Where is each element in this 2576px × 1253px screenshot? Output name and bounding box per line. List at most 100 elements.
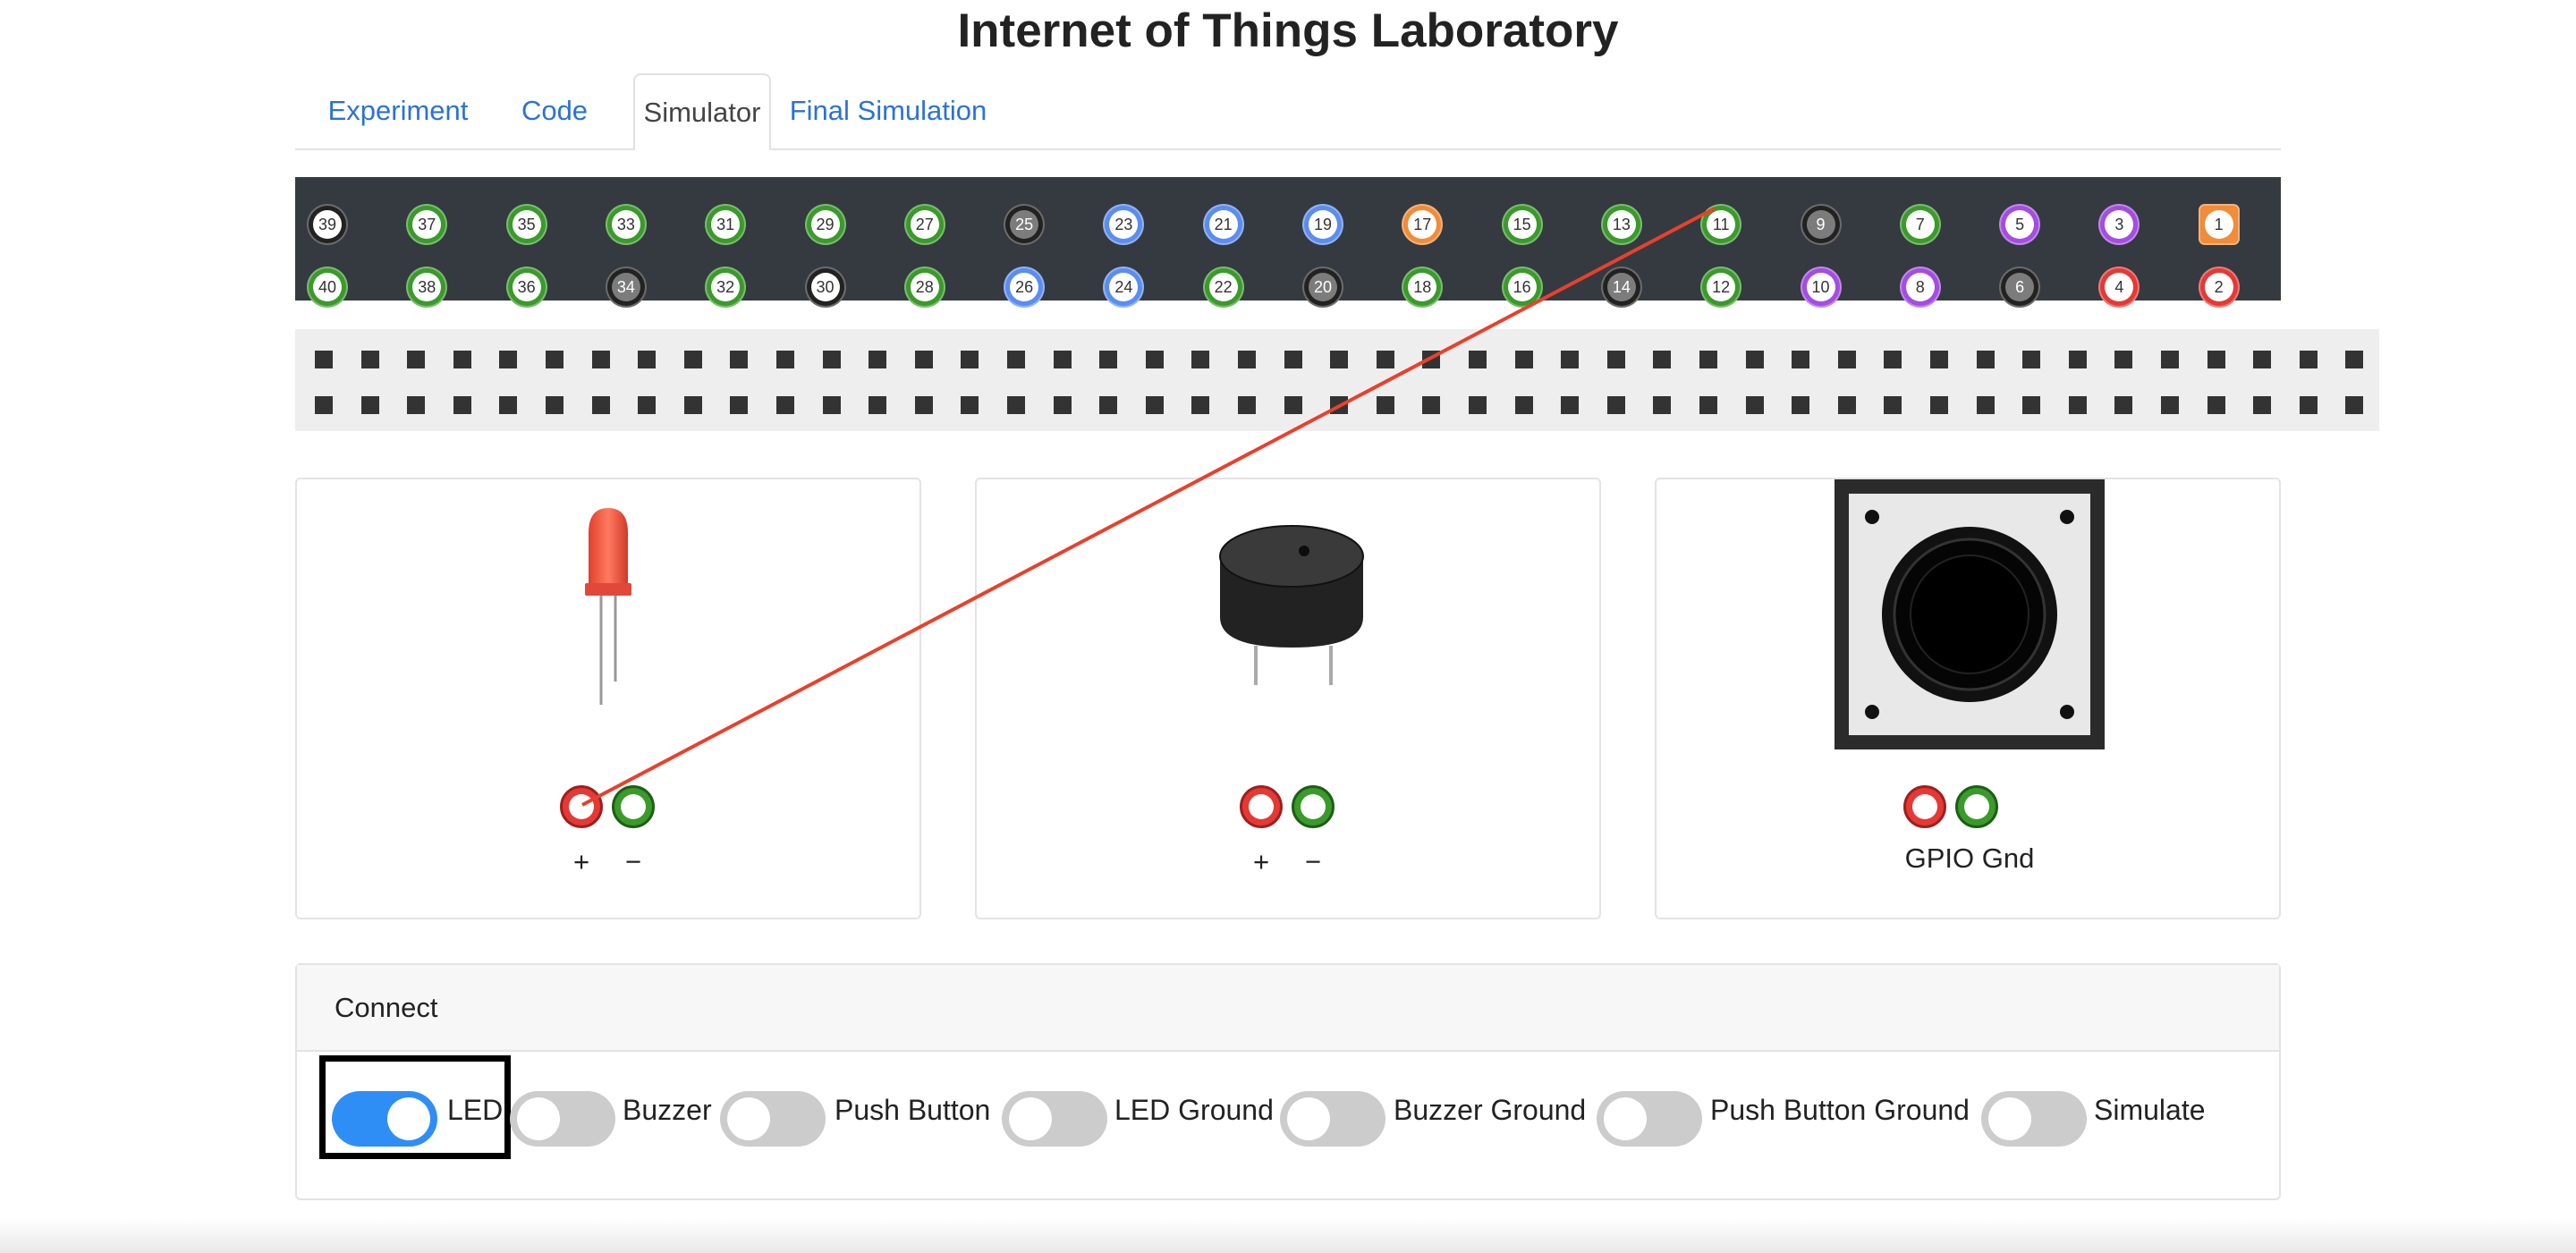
breadboard-hole[interactable] xyxy=(2022,351,2041,368)
gpio-pin-7[interactable]: 7 xyxy=(1899,204,1941,245)
breadboard-hole[interactable] xyxy=(2114,351,2133,368)
breadboard-hole[interactable] xyxy=(2299,351,2318,368)
gpio-pin-14[interactable]: 14 xyxy=(1600,267,1642,308)
breadboard-hole[interactable] xyxy=(1699,351,1717,368)
breadboard-hole[interactable] xyxy=(2253,396,2272,414)
breadboard-hole[interactable] xyxy=(1976,351,1995,368)
gpio-pin-1[interactable]: 1 xyxy=(2198,204,2240,245)
push-button-gpio-pin[interactable] xyxy=(1903,785,1946,828)
breadboard-hole[interactable] xyxy=(1606,351,1625,368)
breadboard-hole[interactable] xyxy=(360,351,379,368)
breadboard-hole[interactable] xyxy=(2068,351,2087,368)
breadboard-hole[interactable] xyxy=(1099,396,1118,414)
gpio-pin-31[interactable]: 31 xyxy=(705,204,747,245)
breadboard-hole[interactable] xyxy=(1884,351,1902,368)
gpio-pin-4[interactable]: 4 xyxy=(2098,267,2140,308)
gpio-pin-11[interactable]: 11 xyxy=(1700,204,1742,245)
breadboard-hole[interactable] xyxy=(499,351,518,368)
breadboard-hole[interactable] xyxy=(1284,351,1302,368)
breadboard-hole[interactable] xyxy=(1191,396,1210,414)
gpio-pin-5[interactable]: 5 xyxy=(1999,204,2041,245)
push-button-toggle[interactable] xyxy=(720,1091,826,1147)
led-minus-pin[interactable] xyxy=(612,785,655,828)
breadboard-hole[interactable] xyxy=(869,396,887,414)
gpio-pin-21[interactable]: 21 xyxy=(1202,204,1244,245)
gpio-pin-29[interactable]: 29 xyxy=(804,204,846,245)
gpio-pin-6[interactable]: 6 xyxy=(1999,267,2041,308)
led-ground-toggle[interactable] xyxy=(1002,1091,1107,1147)
breadboard-hole[interactable] xyxy=(638,351,657,368)
led-plus-pin[interactable] xyxy=(560,785,603,828)
breadboard-hole[interactable] xyxy=(546,396,564,414)
breadboard-hole[interactable] xyxy=(1930,351,1948,368)
breadboard-hole[interactable] xyxy=(822,351,841,368)
gpio-pin-2[interactable]: 2 xyxy=(2198,267,2240,308)
gpio-pin-34[interactable]: 34 xyxy=(605,267,647,308)
gpio-pin-13[interactable]: 13 xyxy=(1600,204,1642,245)
breadboard-hole[interactable] xyxy=(1191,351,1210,368)
breadboard-hole[interactable] xyxy=(914,396,933,414)
breadboard-hole[interactable] xyxy=(1376,396,1394,414)
push-button-gnd-pin[interactable] xyxy=(1955,785,1998,828)
breadboard-hole[interactable] xyxy=(1053,351,1072,368)
breadboard-hole[interactable] xyxy=(315,396,333,414)
breadboard-hole[interactable] xyxy=(407,396,426,414)
breadboard-hole[interactable] xyxy=(1422,396,1441,414)
breadboard-hole[interactable] xyxy=(2345,351,2364,368)
breadboard-hole[interactable] xyxy=(961,351,979,368)
breadboard-hole[interactable] xyxy=(1837,351,1856,368)
gpio-pin-8[interactable]: 8 xyxy=(1899,267,1941,308)
breadboard-hole[interactable] xyxy=(683,396,702,414)
tab-simulator[interactable]: Simulator xyxy=(633,73,771,150)
breadboard-hole[interactable] xyxy=(591,351,610,368)
gpio-pin-16[interactable]: 16 xyxy=(1501,267,1543,308)
buzzer-minus-pin[interactable] xyxy=(1292,785,1335,828)
breadboard-hole[interactable] xyxy=(822,396,841,414)
breadboard-hole[interactable] xyxy=(2114,396,2133,414)
gpio-pin-12[interactable]: 12 xyxy=(1700,267,1742,308)
gpio-pin-15[interactable]: 15 xyxy=(1501,204,1543,245)
breadboard-hole[interactable] xyxy=(638,396,657,414)
breadboard-hole[interactable] xyxy=(1699,396,1717,414)
breadboard-hole[interactable] xyxy=(1330,396,1349,414)
breadboard-hole[interactable] xyxy=(360,396,379,414)
breadboard-hole[interactable] xyxy=(1653,396,1672,414)
breadboard-hole[interactable] xyxy=(1422,351,1441,368)
gpio-pin-40[interactable]: 40 xyxy=(307,267,348,308)
breadboard-hole[interactable] xyxy=(1745,396,1764,414)
breadboard-hole[interactable] xyxy=(730,396,749,414)
breadboard-hole[interactable] xyxy=(2345,396,2364,414)
breadboard-hole[interactable] xyxy=(1284,396,1302,414)
breadboard-hole[interactable] xyxy=(1238,396,1256,414)
breadboard-hole[interactable] xyxy=(1606,396,1625,414)
breadboard-hole[interactable] xyxy=(2161,396,2179,414)
gpio-pin-9[interactable]: 9 xyxy=(1800,204,1842,245)
gpio-pin-38[interactable]: 38 xyxy=(406,267,448,308)
gpio-pin-33[interactable]: 33 xyxy=(605,204,647,245)
breadboard-hole[interactable] xyxy=(407,351,426,368)
gpio-pin-37[interactable]: 37 xyxy=(406,204,448,245)
breadboard-hole[interactable] xyxy=(499,396,518,414)
buzzer-plus-pin[interactable] xyxy=(1240,785,1283,828)
breadboard-hole[interactable] xyxy=(591,396,610,414)
breadboard-hole[interactable] xyxy=(315,351,333,368)
breadboard-hole[interactable] xyxy=(914,351,933,368)
gpio-pin-25[interactable]: 25 xyxy=(1004,204,1046,245)
breadboard-hole[interactable] xyxy=(1792,351,1810,368)
buzzer-toggle[interactable] xyxy=(510,1091,615,1147)
breadboard-hole[interactable] xyxy=(1007,351,1025,368)
breadboard-hole[interactable] xyxy=(1469,396,1487,414)
breadboard-hole[interactable] xyxy=(2253,351,2272,368)
gpio-pin-26[interactable]: 26 xyxy=(1004,267,1046,308)
tab-code[interactable]: Code xyxy=(501,73,608,148)
gpio-pin-39[interactable]: 39 xyxy=(307,204,348,245)
gpio-pin-10[interactable]: 10 xyxy=(1800,267,1842,308)
breadboard-hole[interactable] xyxy=(2161,351,2179,368)
gpio-pin-35[interactable]: 35 xyxy=(505,204,547,245)
breadboard-hole[interactable] xyxy=(683,351,702,368)
breadboard-hole[interactable] xyxy=(1238,351,1256,368)
breadboard-hole[interactable] xyxy=(546,351,564,368)
breadboard-hole[interactable] xyxy=(1145,351,1164,368)
breadboard-hole[interactable] xyxy=(1837,396,1856,414)
breadboard-hole[interactable] xyxy=(453,396,471,414)
